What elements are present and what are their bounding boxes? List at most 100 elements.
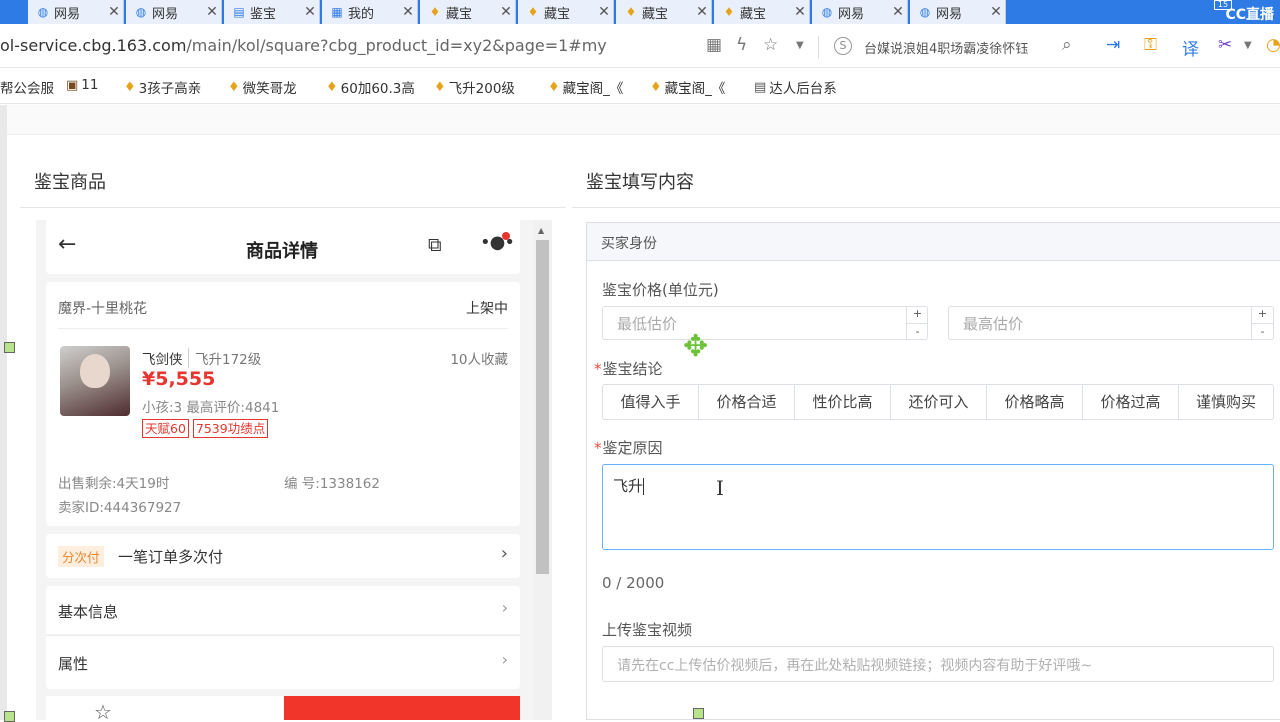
time-left: 出售剩余:4天19时 [58, 476, 170, 492]
browser-tab[interactable]: ◍ 网易 ✕ [126, 0, 222, 24]
character-class: 飞剑侠 [142, 352, 183, 368]
character-avatar[interactable] [60, 346, 130, 416]
min-price-stepper[interactable]: + - [906, 306, 928, 340]
move-cursor-icon: ✥ [683, 329, 709, 364]
bookmark-item[interactable]: ♦ 微笑哥龙 [228, 77, 297, 98]
close-icon[interactable]: ✕ [791, 4, 809, 20]
bookmark-item[interactable]: ♦ 60加60.3高 [326, 77, 415, 98]
browser-tab[interactable]: ♦ 藏宝 ✕ [616, 0, 712, 24]
required-mark: * [594, 360, 602, 378]
bookmark-label: 60加60.3高 [340, 81, 415, 97]
conclusion-option[interactable]: 值得入手 [603, 385, 699, 419]
conclusion-option[interactable]: 价格过高 [1083, 385, 1179, 419]
search-engine-icon[interactable]: S [834, 37, 852, 55]
conclusion-option[interactable]: 价格略高 [987, 385, 1083, 419]
decrement-icon[interactable]: - [1252, 323, 1273, 340]
close-icon[interactable]: ✕ [497, 4, 515, 20]
doc-icon: ▤ [754, 79, 767, 95]
chevron-down-icon[interactable]: ▼ [796, 40, 804, 51]
increment-icon[interactable]: + [1252, 306, 1273, 323]
reason-label-text: 鉴定原因 [602, 439, 663, 457]
browser-tab[interactable]: ▦ 我的 ✕ [322, 0, 418, 24]
conclusion-option[interactable]: 谨慎购买 [1179, 385, 1273, 419]
bookmark-item[interactable]: ♦ 藏宝阁_《 [650, 77, 725, 98]
bookmark-item[interactable]: ♦ 飞升200级 [434, 77, 515, 98]
buy-button[interactable] [284, 696, 520, 720]
menu-attributes[interactable]: 属性 › [46, 635, 520, 689]
browser-e-icon: ◍ [919, 5, 931, 19]
favorite-star-icon[interactable]: ☆ [94, 700, 112, 720]
chevron-right-icon: › [500, 543, 508, 564]
browser-e-icon: ◍ [821, 5, 833, 19]
menu-basic-info[interactable]: 基本信息 › [46, 586, 520, 634]
bookmark-item[interactable]: ♦ 藏宝阁_《 [548, 77, 623, 98]
browser-tab[interactable]: ♦ 藏宝 ✕ [420, 0, 516, 24]
installment-row[interactable]: 分次付 一笔订单多次付 › [46, 534, 520, 578]
browser-e-icon: ◍ [135, 5, 147, 19]
bookmark-label: 达人后台系 [769, 81, 837, 97]
browser-tab[interactable]: ◍ 网易 ✕ [910, 0, 1006, 24]
browser-tab[interactable]: ◍ 网易 ✕ [28, 0, 124, 24]
url-field[interactable]: ol-service.cbg.163.com/main/kol/square?c… [0, 36, 607, 55]
news-ticker[interactable]: 台媒说浪姐4职场霸凌徐怀钰 [864, 38, 1028, 57]
tab-label: 网易 [936, 6, 963, 22]
bookmark-item[interactable]: ▤ 达人后台系 [754, 77, 837, 98]
scroll-up-icon[interactable]: ▲ [538, 226, 544, 235]
reason-textarea[interactable]: 飞升 [602, 464, 1274, 550]
close-icon[interactable]: ✕ [399, 4, 417, 20]
product-price: ¥5,555 [142, 368, 216, 390]
share-icon[interactable]: ⧉ [428, 234, 442, 256]
close-icon[interactable]: ✕ [203, 4, 221, 20]
close-icon[interactable]: ✕ [693, 4, 711, 20]
resize-handle[interactable] [4, 711, 15, 722]
browser-tab[interactable]: ◍ 网易 ✕ [812, 0, 908, 24]
lightning-icon[interactable]: ϟ [736, 35, 747, 55]
increment-icon[interactable]: + [907, 306, 928, 323]
conclusion-option[interactable]: 还价可入 [891, 385, 987, 419]
scissors-icon[interactable]: ✂ [1218, 35, 1232, 55]
min-price-input[interactable]: 最低估价 [602, 306, 928, 340]
close-icon[interactable]: ✕ [987, 4, 1005, 20]
close-icon[interactable]: ✕ [889, 4, 907, 20]
max-price-input[interactable]: 最高估价 [948, 306, 1274, 340]
browser-tab[interactable]: ♦ 藏宝 ✕ [714, 0, 810, 24]
brand-logo[interactable]: CC直播 [1225, 4, 1274, 24]
page-top-strip [7, 105, 1280, 135]
star-icon[interactable]: ☆ [763, 35, 778, 55]
extension-icon[interactable]: ◔ [1266, 35, 1280, 55]
back-arrow-icon[interactable]: ← [58, 232, 76, 257]
bookmark-item[interactable]: ▣ 11 [66, 77, 98, 93]
conclusion-option[interactable]: 性价比高 [795, 385, 891, 419]
ibeam-cursor-icon: I [716, 476, 724, 500]
login-icon[interactable]: ⇥ [1106, 35, 1120, 55]
resize-handle[interactable] [4, 342, 15, 353]
tag-merit: 7539功绩点 [192, 419, 269, 438]
bookmark-item[interactable]: ♦ 3孩子高亲 [124, 77, 201, 98]
qr-grid-icon[interactable]: ▦ [706, 35, 722, 55]
max-price-placeholder: 最高估价 [963, 315, 1024, 333]
reason-label: *鉴定原因 [594, 437, 663, 458]
search-icon[interactable]: ⌕ [1062, 35, 1072, 55]
browser-tab[interactable]: ▤ 鉴宝 ✕ [224, 0, 320, 24]
tab-label: 鉴宝 [250, 6, 277, 22]
key-icon[interactable]: ⚿ [1144, 35, 1157, 55]
resize-handle[interactable] [693, 708, 704, 719]
conclusion-option[interactable]: 价格合适 [699, 385, 795, 419]
translate-icon[interactable]: 译 [1182, 35, 1199, 60]
scissors-menu-icon[interactable]: ▼ [1244, 40, 1252, 51]
decrement-icon[interactable]: - [907, 323, 928, 340]
browser-tab[interactable]: ♦ 藏宝 ✕ [518, 0, 614, 24]
max-price-stepper[interactable]: + - [1251, 306, 1273, 340]
close-icon[interactable]: ✕ [105, 4, 123, 20]
product-info-card: 魔界-十里桃花 上架中 飞剑侠 飞升172级 10人收藏 ¥5,555 小孩:3… [46, 282, 520, 526]
min-price-placeholder: 最低估价 [617, 315, 678, 333]
close-icon[interactable]: ✕ [301, 4, 319, 20]
scrollbar-thumb[interactable] [536, 240, 549, 574]
tab-label: 藏宝 [446, 6, 473, 22]
notification-dot [502, 232, 510, 240]
chevron-right-icon: › [501, 650, 508, 669]
bookmark-item[interactable]: 帮公会服 [0, 77, 54, 97]
video-link-input[interactable]: 请先在cc上传估价视频后，再在此处粘贴视频链接；视频内容有助于好评哦~ [602, 646, 1274, 682]
close-icon[interactable]: ✕ [595, 4, 613, 20]
treasure-icon: ♦ [527, 5, 539, 19]
